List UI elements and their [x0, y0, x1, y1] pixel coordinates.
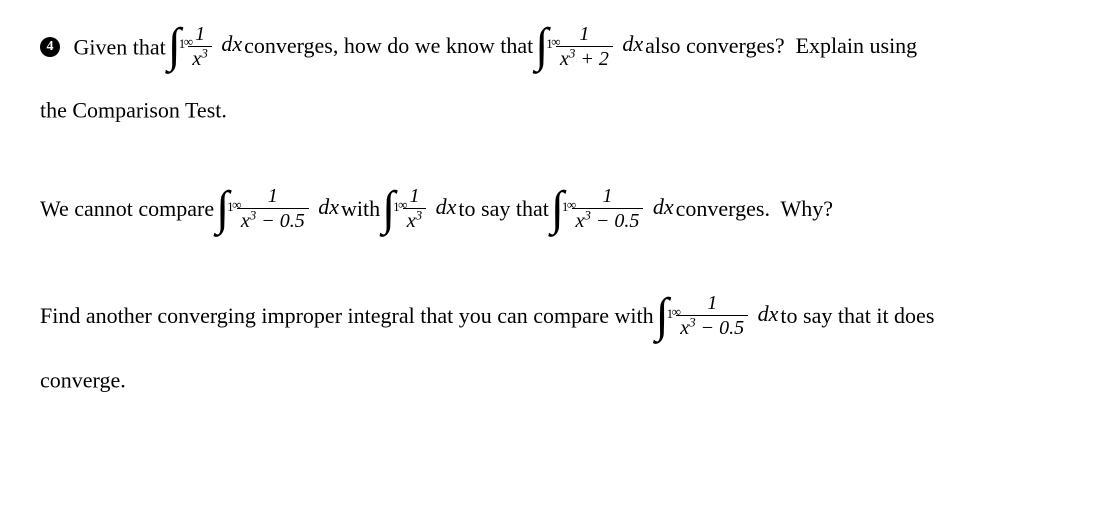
- dx: dx: [653, 194, 674, 219]
- denominator: x3 − 0.5: [676, 316, 748, 340]
- lower-limit: 1: [393, 181, 400, 233]
- numerator: 1: [237, 184, 309, 209]
- fraction: 1 x3 − 0.5: [237, 184, 309, 233]
- denominator: x3 − 0.5: [237, 209, 309, 233]
- numerator: 1: [556, 22, 613, 47]
- dx: dx: [436, 194, 457, 219]
- dx: dx: [758, 301, 779, 326]
- p1-text-b: converges, how do we know that: [244, 28, 533, 63]
- problem-number-icon: 4: [40, 37, 60, 57]
- integral-sign-icon: ∫ ∞ 1: [656, 290, 669, 342]
- dx: dx: [221, 31, 242, 56]
- lower-limit: 1: [179, 18, 186, 70]
- paragraph-1-line-2: the Comparison Test.: [40, 90, 1076, 128]
- fraction: 1 x3 − 0.5: [572, 184, 644, 233]
- integral-sign-icon: ∫ ∞ 1: [551, 183, 564, 235]
- paragraph-2: We cannot compare ∫ ∞ 1 1 x3 − 0.5 dx wi…: [40, 183, 1076, 235]
- integral-1-over-x3: ∫ ∞ 1 1 x3 dx: [168, 20, 242, 72]
- problem-4: 4 Given that ∫ ∞ 1 1 x3 dx converges, ho…: [40, 20, 1076, 397]
- p3-text-a: Find another converging improper integra…: [40, 298, 654, 333]
- paragraph-3-line-2: converge.: [40, 360, 1076, 398]
- lower-limit: 1: [562, 181, 569, 233]
- integral-1-over-x3plus2: ∫ ∞ 1 1 x3 + 2 dx: [535, 20, 643, 72]
- denominator: x3 − 0.5: [572, 209, 644, 233]
- p1-text-a: Given that: [74, 35, 166, 60]
- integral-1-over-x3-b: ∫ ∞ 1 1 x3 dx: [382, 183, 456, 235]
- paragraph-1-line-1: 4 Given that ∫ ∞ 1 1 x3 dx converges, ho…: [40, 20, 1076, 72]
- lower-limit: 1: [667, 288, 674, 340]
- numerator: 1: [572, 184, 644, 209]
- integral-1-over-x3minus05-b: ∫ ∞ 1 1 x3 − 0.5 dx: [551, 183, 674, 235]
- fraction: 1 x3 − 0.5: [676, 291, 748, 340]
- p2-text-d: converges. Why?: [676, 191, 833, 226]
- lower-limit: 1: [546, 18, 553, 70]
- lower-limit: 1: [227, 181, 234, 233]
- integral-1-over-x3minus05-c: ∫ ∞ 1 1 x3 − 0.5 dx: [656, 290, 779, 342]
- p3-text-b: to say that it does: [780, 298, 934, 333]
- paragraph-3-line-1: Find another converging improper integra…: [40, 290, 1076, 342]
- integral-sign-icon: ∫ ∞ 1: [535, 20, 548, 72]
- p2-text-c: to say that: [458, 191, 548, 226]
- p1-text-d: the Comparison Test.: [40, 97, 227, 122]
- p3-text-c: converge.: [40, 367, 126, 392]
- integral-sign-icon: ∫ ∞ 1: [382, 183, 395, 235]
- denominator: x3 + 2: [556, 47, 613, 71]
- integral-1-over-x3minus05-a: ∫ ∞ 1 1 x3 − 0.5 dx: [216, 183, 339, 235]
- fraction: 1 x3 + 2: [556, 22, 613, 71]
- p1-text-c: also converges? Explain using: [645, 28, 917, 63]
- integral-sign-icon: ∫ ∞ 1: [168, 20, 181, 72]
- dx: dx: [318, 194, 339, 219]
- dx: dx: [622, 31, 643, 56]
- numerator: 1: [676, 291, 748, 316]
- p2-text-b: with: [341, 191, 380, 226]
- p2-text-a: We cannot compare: [40, 191, 214, 226]
- integral-sign-icon: ∫ ∞ 1: [216, 183, 229, 235]
